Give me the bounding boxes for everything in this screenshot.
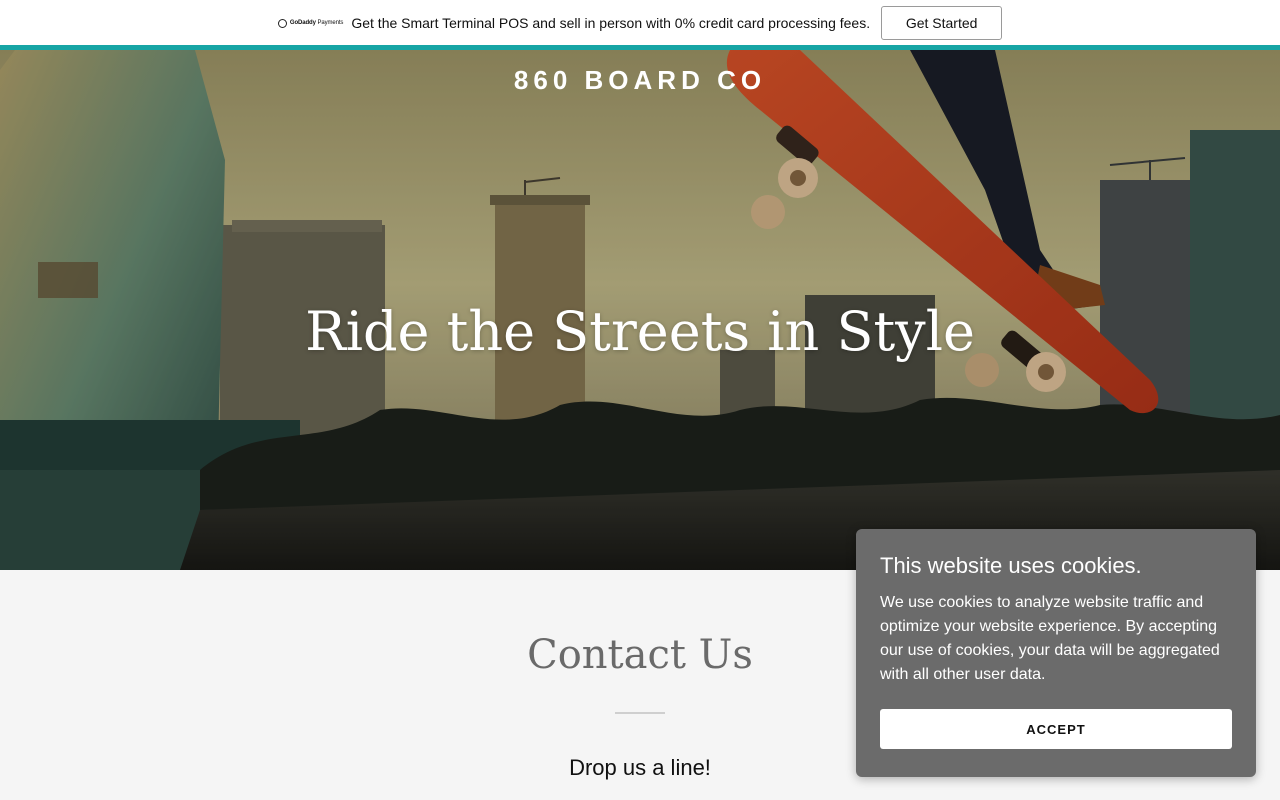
cookie-message: We use cookies to analyze website traffi… <box>880 594 1220 683</box>
site-brand[interactable]: 860 BOARD CO <box>0 65 1280 96</box>
hero-section: 860 BOARD CO Ride the Streets in Style <box>0 50 1280 570</box>
godaddy-payments-logo: GoDaddy Payments <box>277 18 344 28</box>
logo-text-bold: GoDaddy <box>289 20 316 26</box>
accept-cookies-button[interactable]: ACCEPT <box>880 709 1232 749</box>
get-started-button[interactable]: Get Started <box>881 6 1003 40</box>
logo-text: Payments <box>317 20 344 26</box>
cookie-title: This website uses cookies. <box>880 553 1142 578</box>
promo-message: Get the Smart Terminal POS and sell in p… <box>351 15 871 31</box>
cookie-banner: This website uses cookies. We use cookie… <box>856 529 1256 777</box>
godaddy-logo-icon <box>277 18 287 28</box>
section-divider <box>615 712 665 714</box>
promo-bar: GoDaddy Payments Get the Smart Terminal … <box>0 0 1280 46</box>
hero-headline: Ride the Streets in Style <box>305 300 975 363</box>
